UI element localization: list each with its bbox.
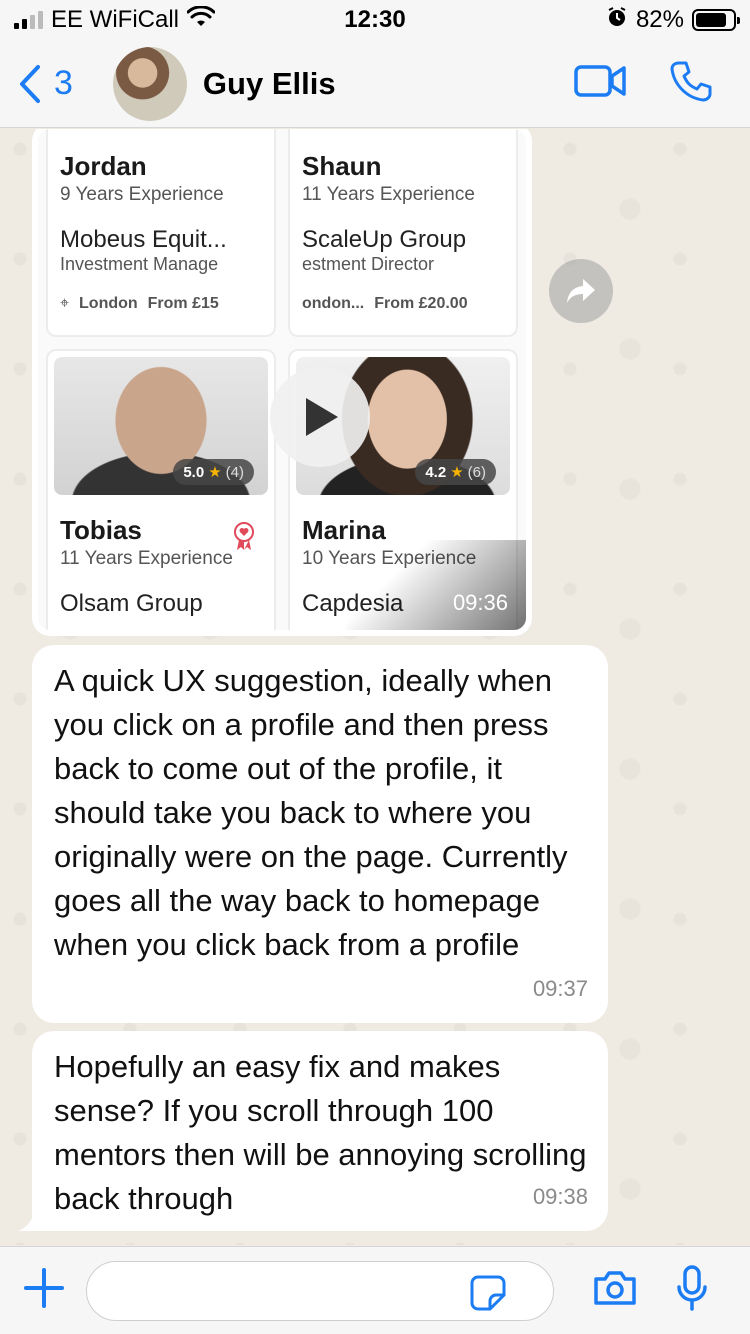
video-call-icon[interactable] bbox=[574, 63, 626, 104]
mentor-name: Jordan bbox=[60, 151, 147, 181]
mentor-card: Shaun 11 Years Experience ScaleUp Group … bbox=[288, 129, 518, 337]
mentor-price: From £15 bbox=[147, 295, 219, 312]
mentor-role: Investment Manage bbox=[60, 254, 219, 274]
message-time: 09:36 bbox=[452, 590, 508, 615]
rating-count: (4) bbox=[225, 463, 244, 481]
composer-bar bbox=[0, 1246, 750, 1334]
microphone-icon[interactable] bbox=[676, 1265, 708, 1316]
mentor-experience: 11 Years Experience bbox=[302, 184, 475, 205]
video-thumbnail[interactable]: Jordan 9 Years Experience Mobeus Equit..… bbox=[38, 129, 526, 630]
rating-value: 5.0 bbox=[183, 463, 205, 481]
mentor-meta: ondon... From £20.00 bbox=[302, 295, 504, 313]
video-message[interactable]: Jordan 9 Years Experience Mobeus Equit..… bbox=[32, 129, 532, 636]
unread-count: 3 bbox=[54, 64, 73, 102]
message-text: A quick UX suggestion, ideally when you … bbox=[54, 663, 568, 962]
mentor-card: 5.0 ★ (4) Tobias 11 Years Experience Ols… bbox=[46, 349, 276, 630]
play-icon bbox=[306, 398, 338, 436]
message-text: Hopefully an easy fix and makes sense? I… bbox=[54, 1049, 587, 1216]
video-shade bbox=[346, 540, 526, 630]
mentor-name: Shaun bbox=[302, 151, 382, 181]
mentor-experience: 9 Years Experience bbox=[60, 184, 224, 205]
mentor-meta: ⌖ London From £15 bbox=[60, 295, 262, 313]
message-time: 09:38 bbox=[532, 1184, 588, 1209]
message-input-wrapper bbox=[64, 1260, 554, 1321]
forward-button[interactable] bbox=[549, 259, 613, 323]
rating-value: 4.2 bbox=[425, 463, 447, 481]
mentor-location: ondon... bbox=[302, 295, 365, 312]
battery-level bbox=[696, 13, 726, 27]
forward-icon bbox=[567, 279, 595, 303]
status-right: 82% bbox=[606, 6, 740, 35]
sticker-icon[interactable] bbox=[470, 1275, 506, 1316]
signal-icon bbox=[14, 11, 43, 29]
bubble-tail bbox=[18, 1207, 48, 1231]
award-ribbon-icon bbox=[232, 521, 256, 556]
mentor-role: estment Director bbox=[302, 254, 435, 274]
mentor-company: Olsam Group bbox=[60, 590, 203, 617]
header-actions bbox=[574, 60, 712, 107]
wifi-icon bbox=[186, 4, 216, 35]
message-bubble[interactable]: A quick UX suggestion, ideally when you … bbox=[32, 645, 608, 1023]
carrier-label: EE WiFiCall bbox=[51, 6, 180, 33]
rating-badge: 5.0 ★ (4) bbox=[173, 459, 254, 485]
mentor-price: From £20.00 bbox=[374, 295, 468, 312]
play-button[interactable] bbox=[270, 367, 370, 467]
mentor-company: ScaleUp Group bbox=[302, 226, 467, 253]
mentor-card: Jordan 9 Years Experience Mobeus Equit..… bbox=[46, 129, 276, 337]
chat-area[interactable]: Jordan 9 Years Experience Mobeus Equit..… bbox=[0, 129, 750, 1245]
phone-icon[interactable] bbox=[670, 60, 712, 107]
camera-icon[interactable] bbox=[592, 1269, 638, 1312]
mentor-location: London bbox=[79, 295, 138, 312]
star-icon: ★ bbox=[208, 464, 222, 481]
mentor-photo: 5.0 ★ (4) bbox=[54, 357, 268, 495]
rating-badge: 4.2 ★ (6) bbox=[415, 459, 496, 485]
back-button[interactable]: 3 bbox=[18, 64, 73, 104]
avatar[interactable] bbox=[112, 46, 187, 121]
star-icon: ★ bbox=[450, 464, 464, 481]
chat-header: 3 Guy Ellis bbox=[0, 40, 750, 128]
battery-percent: 82% bbox=[635, 6, 684, 33]
chevron-left-icon bbox=[20, 64, 40, 103]
contact-name[interactable]: Guy Ellis bbox=[203, 66, 336, 102]
battery-icon bbox=[692, 9, 740, 31]
location-pin-icon: ⌖ bbox=[60, 295, 70, 312]
plus-icon[interactable] bbox=[24, 1268, 64, 1313]
alarm-icon bbox=[606, 6, 628, 35]
status-bar: EE WiFiCall 12:30 82% bbox=[0, 0, 750, 40]
mentor-company: Mobeus Equit... bbox=[60, 226, 227, 253]
message-bubble[interactable]: Hopefully an easy fix and makes sense? I… bbox=[18, 1031, 608, 1231]
rating-count: (6) bbox=[467, 463, 486, 481]
status-left: EE WiFiCall bbox=[14, 4, 216, 35]
message-time: 09:37 bbox=[532, 976, 588, 1001]
